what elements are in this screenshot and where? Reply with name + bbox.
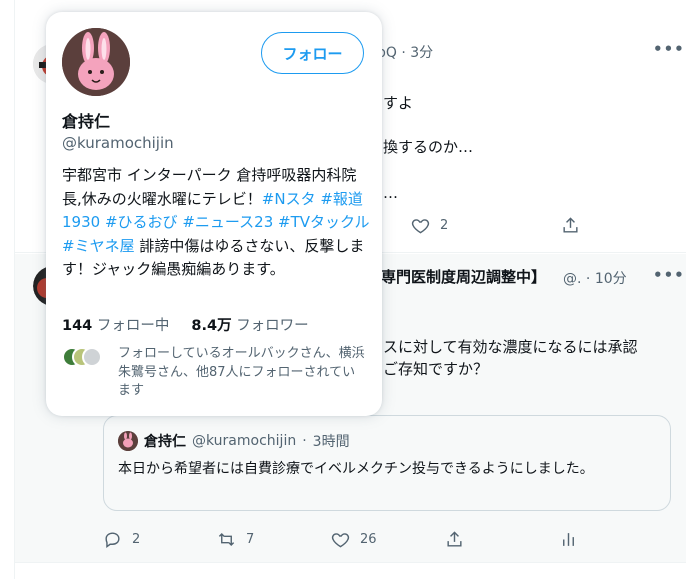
heart-icon <box>331 533 350 548</box>
hashtag-link[interactable]: #ひるおび <box>105 213 178 231</box>
hashtag-link[interactable]: #ニュース23 <box>182 213 273 231</box>
analytics-button[interactable] <box>559 530 578 549</box>
hashtag-link[interactable]: #Nスタ <box>262 190 316 208</box>
following-count: 144 <box>62 318 93 334</box>
followers-link[interactable]: 8.4万 フォロワー <box>191 314 308 335</box>
quoted-author-handle: @kuramochijin <box>192 433 297 449</box>
retweet-button[interactable]: 7 <box>217 530 254 549</box>
profile-name[interactable]: 倉持仁 <box>62 108 110 132</box>
tweet-time[interactable]: 10分 <box>595 271 627 287</box>
mutual-avatar <box>82 347 102 367</box>
like-count: 2 <box>440 218 449 233</box>
profile-hover-card: フォロー 倉持仁 @kuramochijin 宇都宮市 インターパーク 倉持呼吸… <box>46 12 382 416</box>
profile-bio: 宇都宮市 インターパーク 倉持呼吸器内科院長,休みの火曜水曜にテレビ！#Nスタ … <box>62 164 370 282</box>
quoted-tweet-header: 倉持仁 @kuramochijin · 3時間 <box>118 431 350 451</box>
profile-avatar[interactable] <box>62 28 130 96</box>
mutual-followers-text: フォローしているオールバックさん、横浜朱鷺号さん、他87人にフォローされています <box>118 346 365 398</box>
quoted-tweet[interactable]: 倉持仁 @kuramochijin · 3時間 本日から希望者には自費診療でイベ… <box>103 415 671 511</box>
hashtag-link[interactable]: #TVタックル <box>278 213 370 231</box>
tweet-time[interactable]: 3分 <box>410 45 433 61</box>
more-icon[interactable]: ••• <box>653 266 685 284</box>
reply-icon <box>105 532 120 549</box>
reply-button[interactable]: 2 <box>103 530 140 549</box>
tweet-handle[interactable]: @. <box>563 271 581 287</box>
heart-icon <box>411 219 430 234</box>
share-button[interactable] <box>561 216 580 235</box>
profile-handle[interactable]: @kuramochijin <box>62 134 174 152</box>
tweet-text-line: すよ <box>383 94 414 112</box>
follow-button[interactable]: フォロー <box>261 32 364 74</box>
tweet-meta: @. · 10分 <box>563 271 627 287</box>
quoted-time: 3時間 <box>312 434 350 450</box>
quoted-author-name: 倉持仁 <box>144 434 186 450</box>
following-link[interactable]: 144 フォロー中 <box>62 314 169 335</box>
share-icon <box>447 531 462 547</box>
tweet-text-line: … <box>383 184 398 202</box>
profile-stats: 144 フォロー中 8.4万 フォロワー <box>62 314 309 335</box>
tweet-text-line: ご存知ですか？ <box>383 360 489 378</box>
tweet-text-line: スに対して有効な濃度になるには承認 <box>383 338 638 356</box>
quoted-text: 本日から希望者には自費診療でイベルメクチン投与できるようにしました。 <box>118 461 594 477</box>
retweet-count: 7 <box>246 532 255 547</box>
tweet-meta: pQ · 3分 <box>377 45 434 61</box>
tweet-text-line: 換するのか… <box>383 138 474 156</box>
tweet-author-name[interactable]: 専門医制度周辺調整中】 <box>381 266 546 287</box>
share-button[interactable] <box>445 530 464 549</box>
like-count: 26 <box>360 532 377 547</box>
more-icon[interactable]: ••• <box>653 40 685 58</box>
like-button[interactable]: 2 <box>411 216 448 235</box>
like-button[interactable]: 26 <box>331 530 377 549</box>
reply-count: 2 <box>132 532 141 547</box>
followers-label: フォロワー <box>236 318 309 334</box>
analytics-icon <box>563 533 574 546</box>
followers-count: 8.4万 <box>191 318 232 334</box>
share-icon <box>563 217 578 233</box>
quoted-avatar <box>118 431 138 451</box>
mutual-avatars <box>62 347 106 367</box>
following-label: フォロー中 <box>96 318 170 334</box>
retweet-icon <box>218 532 235 547</box>
hashtag-link[interactable]: #ミヤネ屋 <box>62 237 135 255</box>
